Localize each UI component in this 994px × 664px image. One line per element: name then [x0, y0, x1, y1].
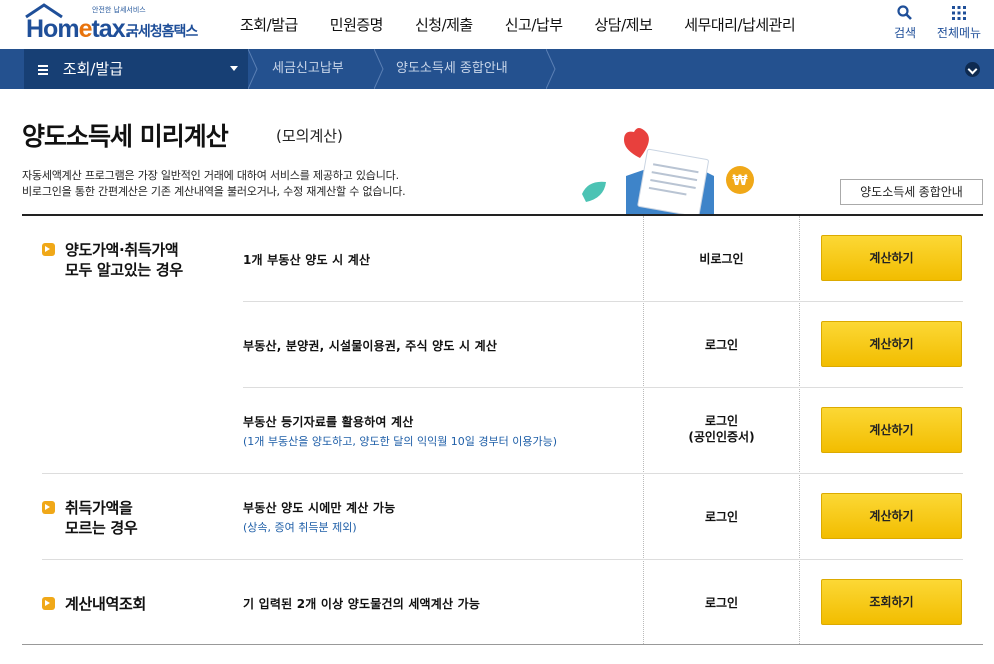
hamburger-icon — [38, 63, 48, 77]
gnb-item-application[interactable]: 신청/제출 — [399, 0, 489, 48]
global-header: 안전한 납세서비스 Hometax. 국세청홈택스 조회/발급 민원증명 신청/… — [0, 0, 994, 48]
all-menu-label: 전체메뉴 — [936, 26, 982, 40]
search-icon — [897, 5, 912, 20]
login-requirement: 비로그인 — [699, 252, 744, 266]
bullet-arrow-icon — [42, 243, 55, 256]
location-bar: 조회/발급 세금신고납부 양도소득세 종합안내 — [0, 49, 994, 89]
gnb-item-inquiry[interactable]: 조회/발급 — [224, 0, 314, 48]
all-menu-button[interactable]: 전체메뉴 — [929, 4, 989, 41]
login-requirement: 로그인 — [704, 596, 739, 610]
caret-down-icon — [230, 66, 238, 71]
gnb-item-consult[interactable]: 상담/제보 — [579, 0, 669, 48]
logo-brand: Hometax. — [26, 15, 132, 43]
logo-tagline: 안전한 납세서비스 — [92, 6, 146, 14]
table-row-item: 부동산 등기자료를 활용하여 계산 — [243, 415, 414, 429]
hometax-logo[interactable]: 안전한 납세서비스 Hometax. 국세청홈택스 — [22, 3, 212, 45]
row-divider — [243, 387, 963, 388]
calculate-button[interactable]: 계산하기 — [821, 321, 962, 367]
table-row-item: 부동산 양도 시에만 계산 가능 — [243, 501, 396, 515]
table-row-item: 기 입력된 2개 이상 양도물건의 세액계산 가능 — [243, 597, 481, 611]
illustration-envelope-heart: ₩ — [582, 128, 754, 216]
heart-icon — [624, 128, 649, 158]
location-current-label: 조회/발급 — [62, 60, 124, 78]
table-row-item: 부동산, 분양권, 시설물이용권, 주식 양도 시 계산 — [243, 339, 498, 353]
calculate-button[interactable]: 계산하기 — [821, 407, 962, 453]
bullet-arrow-icon — [42, 501, 55, 514]
table-bottom-border — [22, 644, 983, 645]
row-divider — [243, 301, 963, 302]
category-known-prices: 양도가액·취득가액 모두 알고있는 경우 — [42, 240, 183, 280]
category-label: 모르는 경우 — [65, 519, 138, 537]
gnb-item-filing[interactable]: 신고/납부 — [489, 0, 579, 48]
page-description-line: 비로그인을 통한 간편계산은 기존 계산내역을 불러오거나, 수정 재계산할 수… — [22, 185, 406, 198]
grid-menu-icon — [952, 6, 966, 20]
page-title: 양도소득세 미리계산 — [22, 122, 229, 151]
table-row-note: (1개 부동산을 양도하고, 양도한 달의 익익월 10일 경부터 이용가능) — [243, 435, 558, 448]
category-history-inquiry: 계산내역조회 — [42, 594, 147, 614]
cgt-guide-button[interactable]: 양도소득세 종합안내 — [840, 179, 983, 205]
location-current-dropdown[interactable]: 조회/발급 — [24, 49, 248, 89]
gnb-item-agent[interactable]: 세무대리/납세관리 — [668, 0, 811, 48]
category-label: 취득가액을 — [65, 499, 133, 517]
search-label: 검색 — [893, 26, 917, 40]
breadcrumb-arrow-icon — [546, 49, 556, 89]
breadcrumb-item-cgt-guide[interactable]: 양도소득세 종합안내 — [396, 49, 508, 89]
login-requirement: 로그인 — [704, 510, 739, 524]
breadcrumb-arrow-icon — [248, 49, 258, 89]
letter-icon — [637, 148, 709, 216]
svg-text:₩: ₩ — [732, 173, 748, 189]
breadcrumb-arrow-icon — [374, 49, 384, 89]
leaf-icon — [582, 181, 606, 202]
category-label: 양도가액·취득가액 — [65, 241, 179, 259]
inquiry-button[interactable]: 조회하기 — [821, 579, 962, 625]
calculate-button[interactable]: 계산하기 — [821, 493, 962, 539]
login-requirement: 로그인 — [704, 338, 739, 352]
logo-korean-name: 국세청홈택스 — [126, 24, 198, 40]
bullet-arrow-icon — [42, 597, 55, 610]
table-row-item: 1개 부동산 양도 시 계산 — [243, 253, 371, 267]
category-label: 계산내역조회 — [65, 595, 147, 613]
breadcrumb-item-tax-filing[interactable]: 세금신고납부 — [272, 49, 344, 89]
calculate-button[interactable]: 계산하기 — [821, 235, 962, 281]
gnb-item-certificate[interactable]: 민원증명 — [314, 0, 399, 48]
page-description-line: 자동세액계산 프로그램은 가장 일반적인 거래에 대하여 서비스를 제공하고 있… — [22, 169, 399, 182]
login-requirement: 로그인 (공인인증서) — [688, 414, 755, 444]
category-unknown-acquisition: 취득가액을 모르는 경우 — [42, 498, 138, 538]
search-button[interactable]: 검색 — [875, 4, 935, 41]
table-top-border — [22, 214, 983, 216]
group-divider — [42, 473, 963, 474]
location-expand-button[interactable] — [965, 62, 980, 77]
table-row-note: (상속, 증여 취득분 제외) — [243, 521, 357, 534]
page-subtitle: (모의계산) — [276, 127, 343, 145]
group-divider — [42, 559, 963, 560]
category-label: 모두 알고있는 경우 — [65, 261, 183, 279]
global-nav: 조회/발급 민원증명 신청/제출 신고/납부 상담/제보 세무대리/납세관리 — [224, 0, 811, 48]
